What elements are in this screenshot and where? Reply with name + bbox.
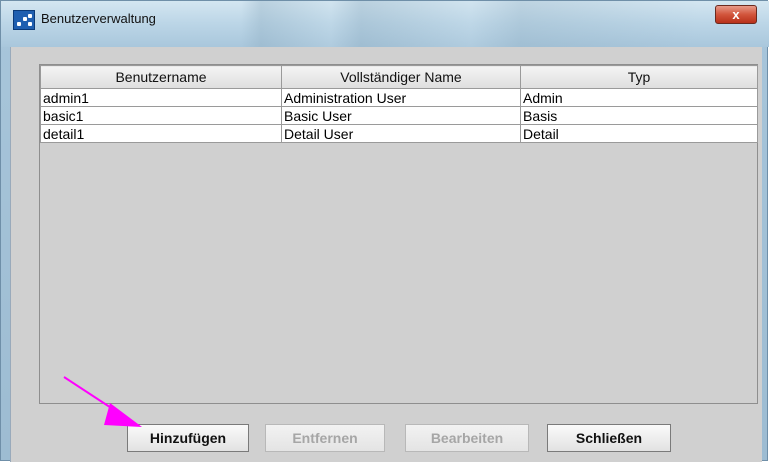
- table-row[interactable]: admin1 Administration User Admin: [40, 88, 758, 107]
- edit-button[interactable]: Bearbeiten: [405, 424, 529, 452]
- table-row[interactable]: detail1 Detail User Detail: [40, 124, 758, 143]
- users-table[interactable]: Benutzername Vollständiger Name Typ admi…: [39, 64, 758, 404]
- column-header-fullname[interactable]: Vollständiger Name: [281, 65, 521, 89]
- cell-username: detail1: [40, 124, 282, 143]
- cell-username: basic1: [40, 106, 282, 125]
- window-title: Benutzerverwaltung: [41, 11, 156, 26]
- cell-fullname: Basic User: [281, 106, 521, 125]
- close-icon: x: [732, 7, 740, 22]
- cell-type: Basis: [520, 106, 758, 125]
- cell-type: Admin: [520, 88, 758, 107]
- close-window-button[interactable]: x: [715, 5, 757, 24]
- user-management-icon: [13, 10, 35, 30]
- annotation-arrow-icon: [63, 376, 142, 427]
- table-row[interactable]: basic1 Basic User Basis: [40, 106, 758, 125]
- cell-type: Detail: [520, 124, 758, 143]
- remove-button[interactable]: Entfernen: [265, 424, 385, 452]
- title-bar[interactable]: Benutzerverwaltung x: [1, 1, 769, 47]
- table-header: Benutzername Vollständiger Name Typ: [40, 65, 758, 89]
- column-header-type[interactable]: Typ: [520, 65, 758, 89]
- column-header-username[interactable]: Benutzername: [40, 65, 282, 89]
- cell-fullname: Administration User: [281, 88, 521, 107]
- cell-username: admin1: [40, 88, 282, 107]
- close-button[interactable]: Schließen: [547, 424, 671, 452]
- cell-fullname: Detail User: [281, 124, 521, 143]
